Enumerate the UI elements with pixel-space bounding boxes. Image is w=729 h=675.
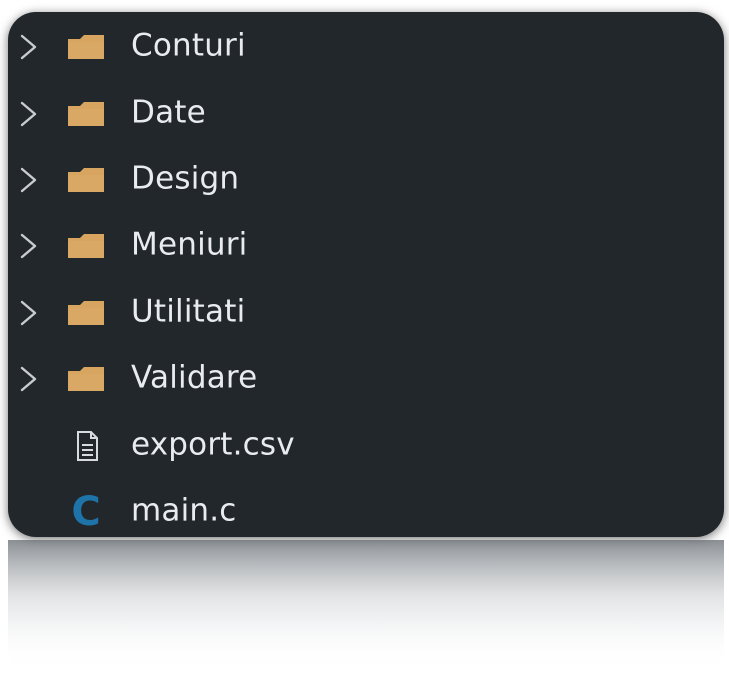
folder-label: Validare [131, 359, 258, 396]
folder-icon [68, 101, 104, 126]
tree-item-meniuri[interactable]: Meniuri [8, 213, 724, 279]
tree-item-main-c[interactable]: C main.c [8, 479, 724, 537]
folder-label: Utilitati [131, 293, 246, 330]
c-language-icon: C [71, 488, 101, 535]
file-label: main.c [131, 492, 237, 529]
tree-item-utilitati[interactable]: Utilitati [8, 280, 724, 346]
tree-item-date[interactable]: Date [8, 80, 724, 146]
chevron-right-icon[interactable] [14, 165, 42, 195]
file-text-icon [77, 430, 98, 461]
reflection-fade [8, 540, 724, 675]
chevron-right-icon[interactable] [14, 32, 42, 62]
file-label: export.csv [131, 426, 295, 463]
tree-item-conturi[interactable]: Conturi [8, 14, 724, 80]
folder-icon [68, 300, 104, 325]
tree-item-design[interactable]: Design [8, 147, 724, 213]
folder-icon [68, 35, 104, 60]
chevron-right-icon[interactable] [14, 99, 42, 129]
folder-icon [68, 367, 104, 392]
tree-item-export-csv[interactable]: export.csv [8, 412, 724, 478]
folder-label: Conturi [131, 27, 246, 64]
folder-label: Design [131, 160, 240, 197]
folder-icon [68, 167, 104, 192]
folder-label: Date [131, 94, 206, 131]
file-tree: Conturi Date Design Meniuri Utilitati Va… [8, 14, 724, 537]
folder-label: Meniuri [131, 226, 248, 263]
chevron-right-icon[interactable] [14, 364, 42, 394]
folder-icon [68, 234, 104, 259]
panel-reflection: C main.c export.csv [8, 540, 724, 675]
tree-item-validare[interactable]: Validare [8, 346, 724, 412]
file-explorer-panel: Conturi Date Design Meniuri Utilitati Va… [8, 12, 724, 537]
chevron-right-icon[interactable] [14, 298, 42, 328]
chevron-right-icon[interactable] [14, 231, 42, 261]
